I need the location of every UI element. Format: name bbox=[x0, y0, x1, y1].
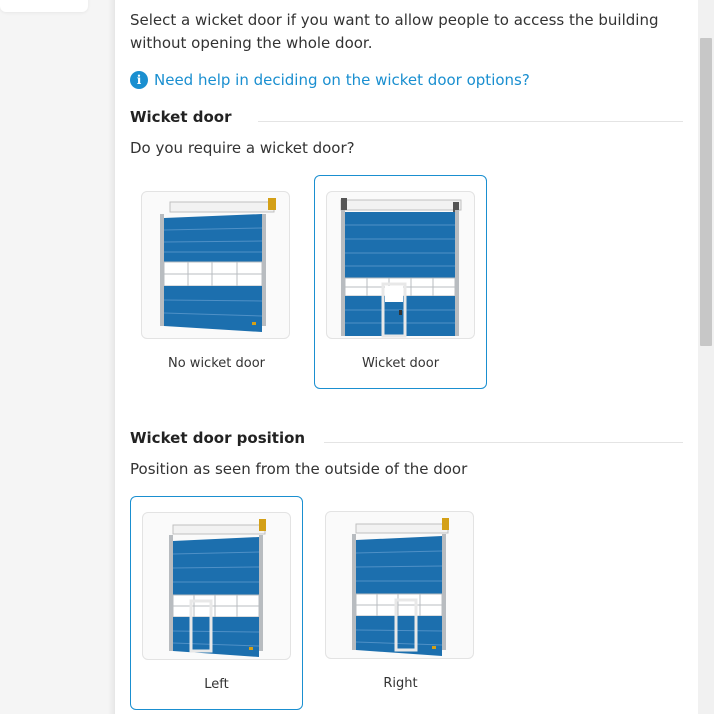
intro-text: Select a wicket door if you want to allo… bbox=[130, 11, 659, 52]
section-divider bbox=[324, 442, 683, 443]
help-link-text: Need help in deciding on the wicket door… bbox=[154, 71, 530, 89]
position-question: Position as seen from the outside of the… bbox=[130, 460, 468, 478]
option-label: Wicket door bbox=[361, 356, 440, 371]
help-link[interactable]: i Need help in deciding on the wicket do… bbox=[130, 69, 530, 91]
door-illustration bbox=[340, 198, 462, 338]
section-title-wicket-door: Wicket door bbox=[130, 108, 232, 126]
wicket-door-question: Do you require a wicket door? bbox=[130, 139, 355, 157]
right-position-image bbox=[325, 511, 474, 659]
section-title-wicket-door-position: Wicket door position bbox=[130, 429, 306, 447]
option-label: No wicket door bbox=[168, 356, 265, 371]
option-label: Left bbox=[204, 677, 229, 692]
option-wicket-door[interactable]: Wicket door bbox=[314, 175, 487, 389]
option-left[interactable]: Left bbox=[130, 496, 303, 710]
door-illustration bbox=[169, 519, 266, 657]
section-divider bbox=[258, 121, 683, 122]
left-position-image bbox=[142, 512, 291, 660]
info-icon: i bbox=[130, 71, 148, 89]
door-illustration bbox=[160, 198, 276, 332]
scrollbar-thumb[interactable] bbox=[700, 38, 712, 346]
no-wicket-door-image bbox=[141, 191, 290, 339]
option-right[interactable]: Right bbox=[314, 496, 487, 710]
option-label: Right bbox=[383, 676, 418, 691]
option-no-wicket-door[interactable]: No wicket door bbox=[130, 176, 303, 390]
left-panel bbox=[0, 0, 114, 714]
wicket-door-image bbox=[326, 191, 475, 339]
left-card bbox=[0, 0, 88, 12]
door-illustration bbox=[352, 518, 449, 656]
